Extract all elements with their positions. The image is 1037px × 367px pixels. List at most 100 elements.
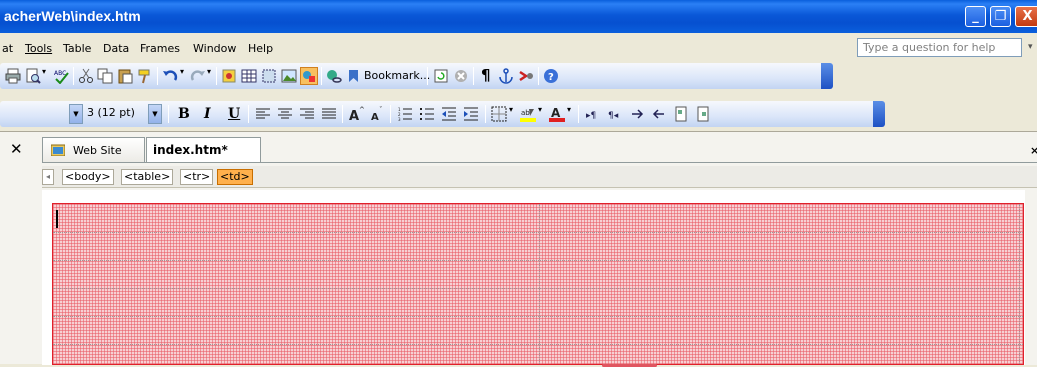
document-canvas[interactable] bbox=[42, 190, 1037, 367]
page-icon[interactable] bbox=[673, 106, 689, 122]
print-icon[interactable] bbox=[5, 68, 21, 84]
toolbar-separator bbox=[157, 67, 158, 85]
svg-text:3: 3 bbox=[398, 117, 401, 122]
close-document-icon[interactable]: × bbox=[1030, 144, 1037, 157]
highlight-dropdown-icon[interactable]: ▾ bbox=[538, 105, 542, 114]
arrow-left-icon[interactable] bbox=[651, 106, 667, 122]
increase-indent-icon[interactable] bbox=[463, 106, 479, 122]
toolbar-separator bbox=[216, 67, 217, 85]
numbering-icon[interactable]: 123 bbox=[397, 106, 413, 122]
insert-table-icon[interactable] bbox=[241, 68, 257, 84]
decrease-font-icon[interactable]: Aˇ bbox=[369, 106, 385, 122]
align-right-icon[interactable] bbox=[299, 106, 315, 122]
justify-icon[interactable] bbox=[321, 106, 337, 122]
font-color-dropdown-icon[interactable]: ▾ bbox=[567, 105, 571, 114]
menu-frames[interactable]: Frames bbox=[140, 42, 180, 55]
drawing-icon[interactable] bbox=[300, 67, 318, 85]
font-size-dropdown-button[interactable]: ▼ bbox=[148, 104, 162, 124]
text-cursor bbox=[56, 210, 58, 228]
restore-button[interactable]: ❐ bbox=[990, 6, 1011, 27]
insert-picture-icon[interactable] bbox=[281, 68, 297, 84]
ltr-direction-icon[interactable]: ▸¶ bbox=[585, 106, 601, 122]
rtl-direction-icon[interactable]: ¶◂ bbox=[607, 106, 623, 122]
toolbar-separator bbox=[485, 105, 486, 123]
bookmark-button[interactable]: Bookmark... bbox=[364, 69, 430, 82]
toolbar-separator bbox=[342, 105, 343, 123]
scroll-left-icon[interactable]: ◂ bbox=[42, 169, 54, 185]
menu-table[interactable]: Table bbox=[63, 42, 91, 55]
undo-icon[interactable] bbox=[162, 68, 178, 84]
bookmark-icon[interactable] bbox=[346, 68, 362, 84]
show-all-button[interactable]: ¶ bbox=[481, 66, 491, 84]
row-divider bbox=[53, 288, 1023, 289]
toolbar-separator bbox=[538, 67, 539, 85]
close-pane-icon[interactable]: ✕ bbox=[10, 140, 23, 158]
vertical-scrollbar[interactable] bbox=[1025, 190, 1037, 365]
font-dropdown-button[interactable]: ▼ bbox=[69, 104, 83, 124]
undo-dropdown-icon[interactable]: ▾ bbox=[180, 67, 184, 76]
increase-font-icon[interactable]: A ^ bbox=[348, 106, 364, 122]
tab-web-site[interactable]: Web Site bbox=[42, 137, 145, 162]
align-center-icon[interactable] bbox=[277, 106, 293, 122]
row-divider bbox=[53, 260, 1023, 261]
arrow-right-icon[interactable] bbox=[629, 106, 645, 122]
bullets-icon[interactable] bbox=[419, 106, 435, 122]
minimize-icon: _ bbox=[972, 9, 979, 24]
menu-help[interactable]: Help bbox=[248, 42, 273, 55]
title-bar: acherWeb\index.htm _ ❐ X bbox=[0, 0, 1037, 33]
insert-layer-icon[interactable] bbox=[261, 68, 277, 84]
print-preview-icon[interactable] bbox=[25, 68, 41, 84]
bold-button[interactable]: B bbox=[178, 106, 190, 122]
copy-icon[interactable] bbox=[97, 68, 113, 84]
quick-tag-td[interactable]: <td> bbox=[217, 169, 253, 185]
anchor-icon[interactable] bbox=[498, 68, 514, 84]
decrease-indent-icon[interactable] bbox=[441, 106, 457, 122]
page-alt-icon[interactable] bbox=[695, 106, 711, 122]
italic-button[interactable]: I bbox=[204, 106, 211, 122]
menu-data[interactable]: Data bbox=[103, 42, 129, 55]
menu-tools[interactable]: Tools bbox=[25, 42, 52, 55]
help-dropdown-icon[interactable]: ▾ bbox=[1028, 42, 1033, 52]
help-icon[interactable]: ? bbox=[543, 68, 559, 84]
align-left-icon[interactable] bbox=[255, 106, 271, 122]
redo-dropdown-icon[interactable]: ▾ bbox=[207, 67, 211, 76]
html-table[interactable] bbox=[52, 203, 1024, 365]
close-button[interactable]: X bbox=[1015, 6, 1037, 27]
highlight-icon[interactable]: ab bbox=[520, 106, 536, 122]
stop-icon[interactable] bbox=[453, 68, 469, 84]
format-painter-icon[interactable] bbox=[137, 68, 153, 84]
refresh-icon[interactable] bbox=[433, 68, 449, 84]
menu-window[interactable]: Window bbox=[193, 42, 236, 55]
column-divider bbox=[1019, 204, 1020, 364]
tab-index-htm[interactable]: index.htm* bbox=[146, 137, 261, 162]
toolbar-separator bbox=[168, 105, 169, 123]
toolbar-separator bbox=[248, 105, 249, 123]
quick-tag-tr[interactable]: <tr> bbox=[180, 169, 214, 185]
row-divider bbox=[53, 316, 1023, 317]
quick-tag-body[interactable]: <body> bbox=[62, 169, 114, 185]
help-search-input[interactable]: Type a question for help bbox=[857, 38, 1022, 57]
spelling-icon[interactable]: ABC bbox=[53, 68, 69, 84]
hyperlink-icon[interactable] bbox=[326, 68, 342, 84]
web-component-icon[interactable] bbox=[221, 68, 237, 84]
formatting-toolbar: ▼ 3 (12 pt) ▼ B I U A ^ Aˇ 123 ▾ ab ▾ A ▾… bbox=[0, 101, 885, 127]
font-color-icon[interactable]: A bbox=[549, 106, 565, 122]
borders-icon[interactable] bbox=[491, 106, 507, 122]
menu-format[interactable]: at bbox=[2, 42, 13, 55]
redo-icon[interactable] bbox=[190, 68, 206, 84]
cut-icon[interactable] bbox=[78, 68, 94, 84]
quick-tag-table[interactable]: <table> bbox=[121, 169, 174, 185]
font-size-select[interactable]: 3 (12 pt) bbox=[84, 104, 146, 124]
underline-button[interactable]: U bbox=[228, 106, 240, 122]
toolbar-options-icon[interactable] bbox=[821, 63, 833, 89]
dropdown-arrow-icon[interactable]: ▾ bbox=[42, 67, 46, 76]
paste-icon[interactable] bbox=[117, 68, 133, 84]
tab-web-site-label: Web Site bbox=[73, 144, 122, 157]
tab-index-htm-label: index.htm* bbox=[153, 143, 228, 157]
code-fragment-icon[interactable] bbox=[518, 68, 534, 84]
svg-text:A: A bbox=[349, 109, 359, 122]
borders-dropdown-icon[interactable]: ▾ bbox=[509, 105, 513, 114]
toolbar-separator bbox=[390, 105, 391, 123]
toolbar-options-icon[interactable] bbox=[873, 101, 885, 127]
minimize-button[interactable]: _ bbox=[965, 6, 986, 27]
